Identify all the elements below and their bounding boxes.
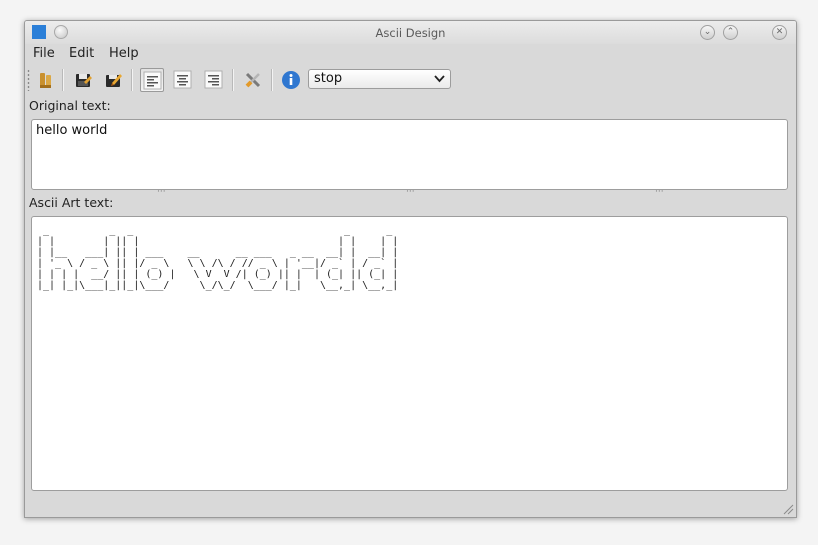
splitter-handle[interactable]: ··· xyxy=(655,187,664,197)
save-button[interactable] xyxy=(71,68,95,92)
align-right-button[interactable] xyxy=(202,68,226,92)
menu-help[interactable]: Help xyxy=(109,46,139,61)
align-left-button[interactable] xyxy=(140,68,164,92)
toolbar: stop xyxy=(25,65,796,95)
ascii-art-text: _ _ _ _ _ | | | || | | | | | | |__ ___| … xyxy=(37,225,399,291)
menu-bar: File Edit Help xyxy=(25,44,796,64)
font-select-value: stop xyxy=(314,71,343,86)
align-center-button[interactable] xyxy=(171,68,195,92)
save-icon xyxy=(76,74,92,87)
configure-button[interactable] xyxy=(241,68,265,92)
open-button[interactable] xyxy=(34,68,58,92)
chevron-down-icon xyxy=(434,75,445,83)
original-text-input[interactable]: hello world xyxy=(31,119,788,190)
menu-file[interactable]: File xyxy=(33,46,55,61)
ascii-art-output[interactable]: _ _ _ _ _ | | | || | | | | | | |__ ___| … xyxy=(31,216,788,491)
minimize-button[interactable]: ⌄ xyxy=(700,25,715,40)
save-as-icon xyxy=(106,74,122,87)
align-center-icon xyxy=(173,70,192,89)
menu-edit[interactable]: Edit xyxy=(69,46,94,61)
close-button[interactable]: ✕ xyxy=(772,25,787,40)
splitter-handle[interactable]: ··· xyxy=(406,187,415,197)
font-select[interactable]: stop xyxy=(308,69,451,89)
info-icon xyxy=(282,71,300,89)
resize-grip-icon[interactable] xyxy=(782,503,794,515)
app-window: Ascii Design ⌄ ⌃ ✕ File Edit Help stop O… xyxy=(24,20,797,518)
maximize-button[interactable]: ⌃ xyxy=(723,25,738,40)
splitter-handle[interactable]: ··· xyxy=(157,187,166,197)
original-text-value: hello world xyxy=(36,123,108,138)
toolbar-separator xyxy=(232,69,234,91)
toolbar-separator xyxy=(271,69,273,91)
about-button[interactable] xyxy=(279,68,303,92)
toolbar-separator xyxy=(62,69,64,91)
open-file-icon xyxy=(40,73,51,88)
original-text-label: Original text: xyxy=(29,98,111,113)
save-as-button[interactable] xyxy=(101,68,125,92)
toolbar-separator xyxy=(131,69,133,91)
toolbar-grip[interactable] xyxy=(27,69,30,91)
tools-icon xyxy=(245,72,261,88)
align-right-icon xyxy=(204,70,223,89)
title-bar[interactable]: Ascii Design ⌄ ⌃ ✕ xyxy=(25,21,796,44)
window-title: Ascii Design xyxy=(375,26,446,40)
align-left-icon xyxy=(143,71,162,90)
ascii-art-label: Ascii Art text: xyxy=(29,195,114,210)
